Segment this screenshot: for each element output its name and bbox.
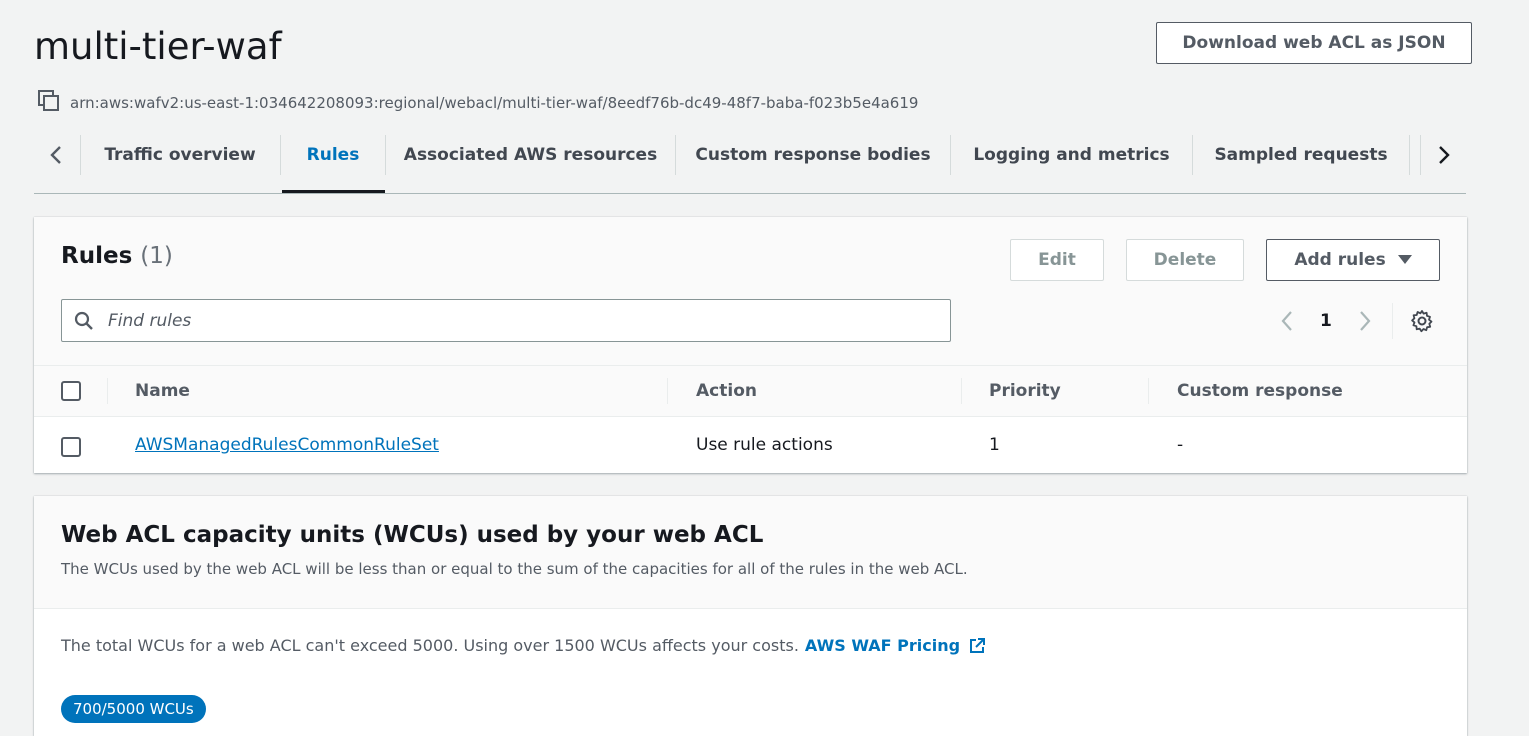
wcu-description: The WCUs used by the web ACL will be les… bbox=[61, 560, 968, 578]
edit-button[interactable]: Edit bbox=[1010, 239, 1104, 281]
gear-icon bbox=[1411, 310, 1433, 333]
search-box bbox=[61, 299, 951, 342]
page-number[interactable]: 1 bbox=[1320, 311, 1332, 331]
active-tab-indicator bbox=[282, 190, 385, 193]
rules-heading: Rules (1) bbox=[61, 243, 173, 269]
column-header-priority[interactable]: Priority bbox=[989, 366, 1061, 416]
tab-sampled-requests[interactable]: Sampled requests bbox=[1193, 132, 1409, 178]
delete-button[interactable]: Delete bbox=[1126, 239, 1244, 281]
copy-icon[interactable] bbox=[38, 90, 60, 116]
aws-waf-pricing-link[interactable]: AWS WAF Pricing bbox=[805, 636, 986, 655]
chevron-left-icon bbox=[50, 146, 61, 164]
search-icon bbox=[74, 311, 93, 330]
tab-custom-response-bodies[interactable]: Custom response bodies bbox=[676, 132, 950, 178]
add-rules-label: Add rules bbox=[1294, 250, 1386, 270]
wcu-heading: Web ACL capacity units (WCUs) used by yo… bbox=[61, 522, 764, 548]
tab-scroll-left-button[interactable] bbox=[36, 132, 76, 178]
caret-down-icon bbox=[1397, 255, 1412, 264]
page-title: multi-tier-waf bbox=[34, 25, 282, 68]
rule-priority-cell: 1 bbox=[989, 435, 1000, 455]
tab-traffic-overview[interactable]: Traffic overview bbox=[81, 132, 279, 178]
column-header-custom-response[interactable]: Custom response bbox=[1177, 366, 1343, 416]
arn-text: arn:aws:wafv2:us-east-1:034642208093:reg… bbox=[70, 94, 919, 112]
tab-bar: Traffic overview Rules Associated AWS re… bbox=[34, 132, 1466, 194]
settings-button[interactable] bbox=[1410, 309, 1434, 337]
download-json-button[interactable]: Download web ACL as JSON bbox=[1156, 22, 1472, 64]
wcu-usage-badge: 700/5000 WCUs bbox=[61, 695, 206, 723]
search-input[interactable] bbox=[106, 309, 930, 332]
pagination: 1 bbox=[1280, 299, 1372, 342]
chevron-right-icon bbox=[1439, 146, 1450, 164]
rules-count: (1) bbox=[140, 243, 173, 269]
select-all-checkbox[interactable] bbox=[61, 381, 81, 401]
wcu-panel: Web ACL capacity units (WCUs) used by yo… bbox=[34, 496, 1467, 736]
rule-name-cell: AWSManagedRulesCommonRuleSet bbox=[135, 417, 439, 473]
column-header-action[interactable]: Action bbox=[696, 366, 757, 416]
rules-panel: Rules (1) Edit Delete Add rules 1 Name A… bbox=[34, 217, 1467, 473]
tab-associated-aws-resources[interactable]: Associated AWS resources bbox=[386, 132, 675, 178]
tab-scroll-right-button[interactable] bbox=[1424, 132, 1464, 178]
tab-rules[interactable]: Rules bbox=[281, 132, 385, 178]
tab-logging-and-metrics[interactable]: Logging and metrics bbox=[951, 132, 1192, 178]
add-rules-button[interactable]: Add rules bbox=[1266, 239, 1440, 281]
column-header-name[interactable]: Name bbox=[135, 366, 190, 416]
arn-row: arn:aws:wafv2:us-east-1:034642208093:reg… bbox=[38, 90, 918, 116]
rule-name-link[interactable]: AWSManagedRulesCommonRuleSet bbox=[135, 435, 439, 455]
row-checkbox[interactable] bbox=[61, 437, 81, 457]
external-link-icon bbox=[970, 637, 986, 653]
rule-action-cell: Use rule actions bbox=[696, 435, 833, 455]
rule-custom-response-cell: - bbox=[1177, 435, 1184, 455]
table-header: Name Action Priority Custom response bbox=[34, 365, 1467, 417]
wcu-note-text: The total WCUs for a web ACL can't excee… bbox=[61, 636, 799, 655]
chevron-left-icon[interactable] bbox=[1280, 310, 1294, 332]
wcu-note: The total WCUs for a web ACL can't excee… bbox=[61, 636, 986, 655]
chevron-right-icon[interactable] bbox=[1358, 310, 1372, 332]
